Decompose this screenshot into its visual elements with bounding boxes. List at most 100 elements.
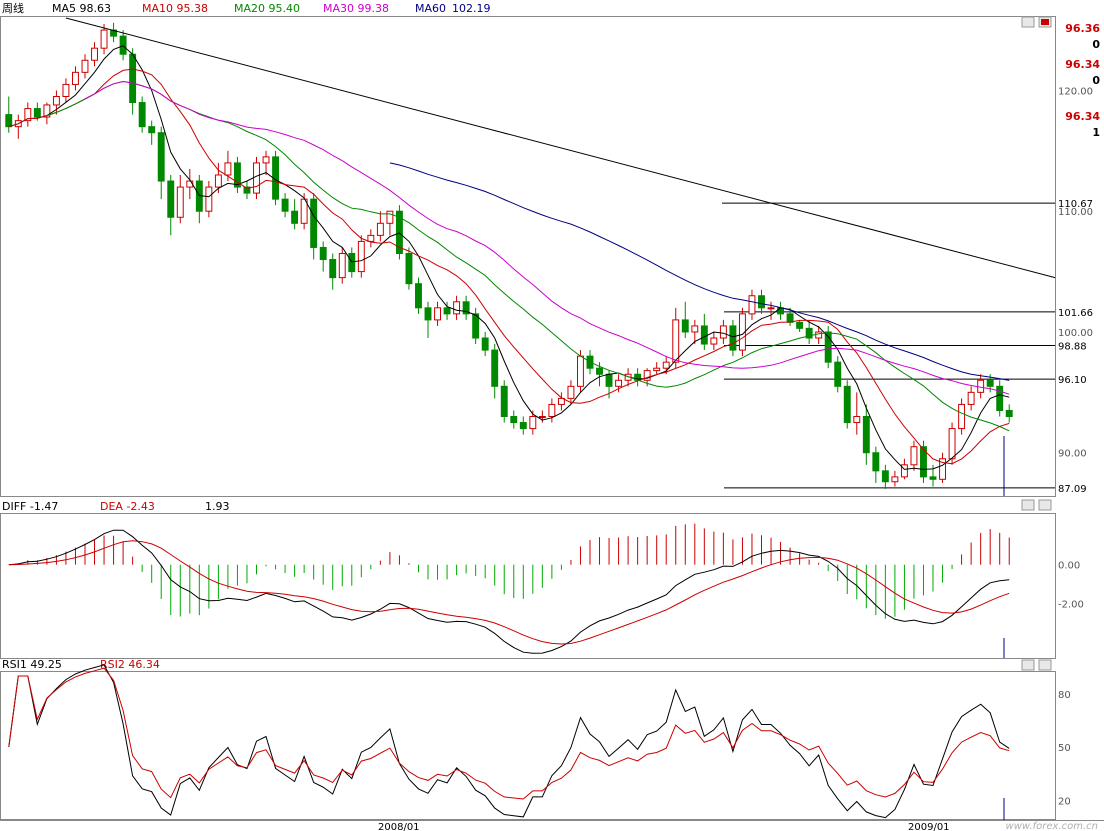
candle-body — [510, 416, 518, 424]
candle-body — [719, 325, 727, 339]
quote-line3b: 1 — [1092, 126, 1100, 139]
candle-body — [596, 367, 603, 375]
candle-body — [872, 452, 880, 472]
rsi-y-tick: 50 — [1058, 743, 1071, 754]
price-panel-controls[interactable] — [1021, 16, 1052, 28]
candle-body — [415, 283, 422, 309]
macd-y-tick: 0.00 — [1058, 561, 1080, 572]
candle-body — [291, 210, 299, 224]
quote-line1: 96.36 — [1065, 22, 1100, 35]
ma60-label: MA60 — [415, 2, 446, 15]
macd-value: 1.93 — [205, 500, 230, 513]
price-y-tick: 90.00 — [1058, 449, 1087, 460]
rsi2-line — [8, 667, 1010, 800]
candle-body — [224, 162, 232, 176]
candle-body — [319, 246, 327, 261]
candle-body — [176, 186, 184, 218]
right-arrow-icon[interactable] — [1038, 499, 1052, 511]
candle-body — [148, 126, 156, 134]
candle-body — [62, 83, 70, 97]
price-level-label: 96.10 — [1058, 375, 1087, 386]
candle-body — [205, 186, 213, 212]
candle-body — [834, 361, 842, 387]
ma20-label: MA20 95.40 — [234, 2, 300, 15]
candle-body — [786, 313, 794, 323]
candle-body — [853, 416, 861, 424]
rsi-panel-frame — [0, 671, 1056, 820]
candle-body — [329, 259, 337, 279]
candle-body — [129, 53, 137, 104]
x-label-2009: 2009/01 — [908, 822, 950, 831]
macd-panel-controls[interactable] — [1021, 499, 1052, 511]
candle-body — [33, 108, 41, 118]
diff-line — [8, 529, 1010, 654]
candle-body — [529, 416, 537, 430]
candle-body — [214, 174, 222, 188]
candle-body — [453, 301, 461, 315]
quote-line2b: 0 — [1092, 74, 1100, 87]
candle-body — [777, 307, 785, 315]
candle-body — [434, 307, 441, 321]
candle-body — [567, 385, 575, 399]
right-arrow-icon[interactable] — [1038, 659, 1052, 671]
candle-body — [157, 132, 165, 182]
candle-body — [81, 59, 89, 73]
candle-body — [100, 29, 108, 49]
candle-body — [910, 446, 918, 466]
candle-body — [967, 391, 975, 405]
candle-body — [519, 422, 527, 430]
candle-body — [605, 373, 613, 387]
minimize-icon[interactable] — [1021, 16, 1035, 28]
candle-body — [72, 71, 79, 85]
left-arrow-icon[interactable] — [1021, 499, 1035, 511]
quote-line3: 96.34 — [1065, 110, 1100, 123]
ma60-value: 102.19 — [452, 2, 491, 15]
period-label: 周线 — [2, 1, 24, 15]
rsi-y-tick: 20 — [1058, 796, 1071, 807]
candle-body — [862, 416, 870, 454]
candle-body — [91, 47, 98, 61]
candle-body — [548, 403, 556, 418]
candle-body — [367, 234, 375, 242]
price-level-label: 110.67 — [1058, 199, 1093, 210]
candle-body — [881, 470, 889, 483]
ma10-line — [8, 68, 1010, 465]
diff-label: DIFF -1.47 — [2, 500, 58, 513]
ma5-line — [8, 45, 1010, 470]
candle-body — [138, 102, 146, 128]
rsi-y-tick: 80 — [1058, 690, 1071, 701]
price-level-label: 87.09 — [1058, 484, 1087, 495]
candle-body — [891, 476, 899, 483]
ma10-label: MA10 95.38 — [142, 2, 208, 15]
ma30-label: MA30 99.38 — [323, 2, 389, 15]
dea-line — [8, 540, 1010, 645]
ma30-line — [84, 80, 1010, 395]
candle-body — [386, 210, 394, 224]
candle-body — [424, 307, 432, 321]
rsi-panel-controls[interactable] — [1021, 659, 1052, 671]
candle-body — [1005, 409, 1013, 418]
candle-body — [376, 222, 384, 236]
candle-body — [986, 379, 994, 387]
candle-body — [405, 252, 413, 285]
ma20-line — [46, 80, 1010, 432]
stock-chart[interactable]: 周线 MA5 98.63 MA10 95.38 MA20 95.40 MA30 … — [0, 0, 1104, 831]
candle-body — [481, 337, 489, 351]
price-y-tick: 100.00 — [1058, 328, 1093, 339]
candle-body — [672, 319, 680, 363]
price-y-tick: 120.00 — [1058, 86, 1093, 97]
rsi1-line — [8, 664, 1010, 819]
dea-label: DEA -2.43 — [100, 500, 155, 513]
close-marker-icon — [1041, 19, 1049, 25]
candle-body — [310, 198, 318, 248]
candle-body — [958, 403, 966, 430]
candle-body — [729, 325, 737, 351]
candle-body — [338, 252, 346, 279]
candle-body — [5, 114, 13, 128]
left-arrow-icon[interactable] — [1021, 659, 1035, 671]
candle-body — [653, 367, 661, 372]
candle-body — [815, 331, 823, 339]
price-level-label: 101.66 — [1058, 308, 1093, 319]
quote-line1b: 0 — [1092, 38, 1100, 51]
candle-body — [691, 325, 699, 333]
